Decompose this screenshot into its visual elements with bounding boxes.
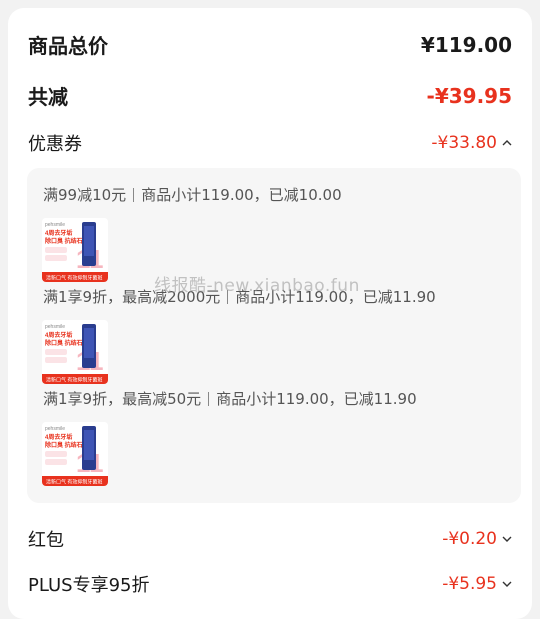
coupon-value: -¥33.80 xyxy=(431,133,497,153)
coupon-item-text: 满1享9折，最高减50元 商品小计119.00，已减11.90 xyxy=(43,388,417,409)
coupon-item-text: 满99减10元 商品小计119.00，已减10.00 xyxy=(43,184,342,205)
coupon-value-group[interactable]: -¥33.80 xyxy=(431,133,512,153)
plus-discount-row[interactable]: PLUS专享95折 -¥5.95 xyxy=(28,571,512,597)
svg-text:清新口气 有效抑制牙菌斑: 清新口气 有效抑制牙菌斑 xyxy=(46,377,102,384)
discount-detail-card: 商品总价 ¥119.00 共减 -¥39.95 优惠券 -¥33.80 满99减… xyxy=(8,8,532,619)
total-reduce-value: -¥39.95 xyxy=(426,83,512,108)
chevron-down-icon[interactable] xyxy=(502,579,512,589)
red-packet-value: -¥0.20 xyxy=(442,529,497,549)
total-reduce-row: 共减 -¥39.95 xyxy=(28,81,512,110)
plus-discount-value-group[interactable]: -¥5.95 xyxy=(442,574,512,594)
divider xyxy=(133,188,135,202)
chevron-up-icon[interactable] xyxy=(502,138,512,148)
total-reduce-label: 共减 xyxy=(28,85,68,109)
coupon-detail: 商品小计119.00，已减10.00 xyxy=(141,186,342,204)
red-packet-row[interactable]: 红包 -¥0.20 xyxy=(28,526,512,552)
watermark: 线报酷-new.xianbao.fun xyxy=(154,276,360,296)
coupon-detail-panel: 满99减10元 商品小计119.00，已减10.00 pehsmile 4周去牙垢… xyxy=(27,168,521,503)
svg-text:清新口气 有效抑制牙菌斑: 清新口气 有效抑制牙菌斑 xyxy=(46,479,102,486)
svg-text:pehsmile: pehsmile xyxy=(45,222,65,228)
product-thumbnail[interactable]: pehsmile 4周去牙垢 除口臭 抗结石 11 清新口气 有效抑制牙菌斑 xyxy=(42,422,108,486)
coupon-label: 优惠券 xyxy=(28,134,82,155)
coupon-rule: 满99减10元 xyxy=(43,186,127,204)
coupon-row[interactable]: 优惠券 -¥33.80 xyxy=(28,130,512,156)
coupon-rule: 满1享9折，最高减50元 xyxy=(43,390,202,408)
svg-text:4周去牙垢: 4周去牙垢 xyxy=(45,331,72,339)
total-price-label: 商品总价 xyxy=(28,34,108,58)
svg-text:4周去牙垢: 4周去牙垢 xyxy=(45,433,72,441)
red-packet-label: 红包 xyxy=(28,530,64,551)
total-price-value: ¥119.00 xyxy=(420,32,512,57)
plus-discount-value: -¥5.95 xyxy=(442,574,497,594)
plus-discount-label: PLUS专享95折 xyxy=(28,575,150,596)
chevron-down-icon[interactable] xyxy=(502,534,512,544)
svg-text:清新口气 有效抑制牙菌斑: 清新口气 有效抑制牙菌斑 xyxy=(46,275,102,282)
divider xyxy=(208,392,210,406)
total-price-row: 商品总价 ¥119.00 xyxy=(28,30,512,59)
svg-text:pehsmile: pehsmile xyxy=(45,426,65,432)
red-packet-value-group[interactable]: -¥0.20 xyxy=(442,529,512,549)
coupon-detail: 商品小计119.00，已减11.90 xyxy=(216,390,417,408)
svg-text:pehsmile: pehsmile xyxy=(45,324,65,330)
product-thumbnail[interactable]: pehsmile 4周去牙垢 除口臭 抗结石 11 清新口气 有效抑制牙菌斑 xyxy=(42,218,108,282)
svg-text:4周去牙垢: 4周去牙垢 xyxy=(45,229,72,237)
product-thumbnail[interactable]: pehsmile 4周去牙垢 除口臭 抗结石 11 清新口气 有效抑制牙菌斑 xyxy=(42,320,108,384)
